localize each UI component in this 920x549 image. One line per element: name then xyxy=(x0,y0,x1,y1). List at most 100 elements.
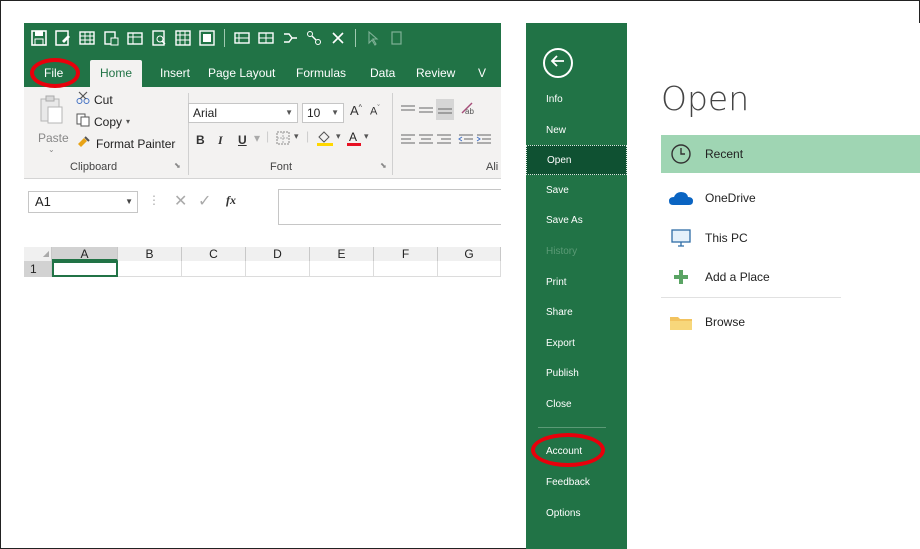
column-header[interactable]: G xyxy=(438,247,501,261)
tab-home[interactable]: Home xyxy=(90,60,143,87)
location-onedrive[interactable]: OneDrive xyxy=(661,179,920,217)
grid-icon[interactable] xyxy=(174,29,192,47)
column-header[interactable]: E xyxy=(310,247,374,261)
font-name-select[interactable]: Arial ▼ xyxy=(188,103,298,123)
worksheet-grid[interactable]: ◢ A B C D E F G 1 xyxy=(24,247,501,277)
tab-page-layout[interactable]: Page Layout xyxy=(200,60,283,87)
cell[interactable] xyxy=(438,261,501,277)
font-color-dropdown-icon[interactable]: ▾ xyxy=(364,131,369,142)
align-left-icon[interactable] xyxy=(400,133,416,148)
toolbar-divider: | xyxy=(306,129,310,143)
cancel-icon[interactable]: ✕ xyxy=(174,191,187,211)
nav-item-new[interactable]: New xyxy=(526,116,627,146)
underline-button[interactable]: U xyxy=(238,133,247,147)
merge-icon[interactable] xyxy=(281,29,299,47)
column-header[interactable]: D xyxy=(246,247,310,261)
font-size-select[interactable]: 10 ▼ xyxy=(302,103,344,123)
table-icon[interactable] xyxy=(78,29,96,47)
delete-rows-icon[interactable] xyxy=(257,29,275,47)
align-top-icon[interactable] xyxy=(400,103,416,120)
cut-button[interactable]: Cut xyxy=(76,91,113,108)
save-icon[interactable] xyxy=(30,29,48,47)
chevron-down-icon[interactable]: ▼ xyxy=(125,192,133,212)
grow-font-icon[interactable]: A^ xyxy=(350,103,362,118)
toolbar-divider xyxy=(224,29,225,47)
column-header[interactable]: A xyxy=(52,247,118,261)
nav-item-export[interactable]: Export xyxy=(526,329,627,359)
select-all-corner[interactable]: ◢ xyxy=(24,247,52,261)
print-preview-icon[interactable] xyxy=(150,29,168,47)
location-add-place[interactable]: Add a Place xyxy=(661,258,920,296)
fill-color-icon[interactable] xyxy=(316,129,334,150)
name-box[interactable]: A1 ▼ xyxy=(28,191,138,213)
sheet-icon[interactable] xyxy=(126,29,144,47)
paste-special-icon[interactable] xyxy=(102,29,120,47)
orientation-icon[interactable]: ab xyxy=(460,101,476,118)
align-right-icon[interactable] xyxy=(436,133,452,148)
tab-view[interactable]: V xyxy=(470,60,494,87)
cell[interactable] xyxy=(182,261,246,277)
align-middle-icon[interactable] xyxy=(418,103,434,120)
borders-dropdown-icon[interactable]: ▾ xyxy=(294,131,299,142)
save-as-icon[interactable] xyxy=(54,29,72,47)
row-header[interactable]: 1 xyxy=(24,261,52,277)
tab-review[interactable]: Review xyxy=(408,60,463,87)
paste-format-icon[interactable] xyxy=(388,29,406,47)
font-launcher-icon[interactable]: ⬊ xyxy=(380,161,387,170)
column-header[interactable]: F xyxy=(374,247,438,261)
enter-icon[interactable]: ✓ xyxy=(198,191,211,211)
tab-data[interactable]: Data xyxy=(362,60,403,87)
copy-button[interactable]: Copy ▾ xyxy=(76,113,130,130)
nav-item-print[interactable]: Print xyxy=(526,268,627,298)
nav-item-feedback[interactable]: Feedback xyxy=(526,468,627,498)
align-bottom-icon[interactable] xyxy=(436,99,454,120)
paste-icon[interactable] xyxy=(38,95,64,125)
fill-color-dropdown-icon[interactable]: ▾ xyxy=(336,131,341,142)
nav-item-share[interactable]: Share xyxy=(526,298,627,328)
insert-rows-icon[interactable] xyxy=(233,29,251,47)
clear-format-icon[interactable] xyxy=(329,29,347,47)
increase-indent-icon[interactable] xyxy=(476,133,492,148)
connector-icon[interactable] xyxy=(305,29,323,47)
format-table-icon[interactable] xyxy=(198,29,216,47)
column-header[interactable]: C xyxy=(182,247,246,261)
underline-dropdown-icon[interactable]: ▾ xyxy=(254,131,260,145)
select-objects-icon[interactable] xyxy=(364,29,382,47)
column-header[interactable]: B xyxy=(118,247,182,261)
tab-formulas[interactable]: Formulas xyxy=(288,60,354,87)
nav-item-options[interactable]: Options xyxy=(526,499,627,529)
decrease-indent-icon[interactable] xyxy=(458,133,474,148)
italic-button[interactable]: I xyxy=(218,133,223,148)
insert-function-icon[interactable]: fx xyxy=(226,193,236,208)
cell[interactable] xyxy=(246,261,310,277)
font-color-icon[interactable]: A xyxy=(346,129,362,150)
nav-item-save[interactable]: Save xyxy=(526,176,627,206)
nav-item-open[interactable]: Open xyxy=(526,145,627,175)
nav-item-save-as[interactable]: Save As xyxy=(526,206,627,236)
formula-input[interactable] xyxy=(278,189,501,225)
location-label: Recent xyxy=(705,147,744,161)
back-button[interactable] xyxy=(543,48,573,78)
borders-icon[interactable] xyxy=(276,131,292,148)
location-browse[interactable]: Browse xyxy=(661,303,920,341)
backstage-nav: Info New Open Save Save As History Print… xyxy=(526,23,627,549)
shrink-font-icon[interactable]: Aˇ xyxy=(370,105,380,118)
nav-item-close[interactable]: Close xyxy=(526,390,627,420)
copy-dropdown-icon[interactable]: ▾ xyxy=(126,117,130,126)
cell[interactable] xyxy=(374,261,438,277)
paste-button[interactable]: Paste xyxy=(38,131,69,145)
nav-item-publish[interactable]: Publish xyxy=(526,359,627,389)
active-cell[interactable] xyxy=(52,261,118,277)
clipboard-launcher-icon[interactable]: ⬊ xyxy=(174,161,181,170)
cell[interactable] xyxy=(118,261,182,277)
location-recent[interactable]: Recent xyxy=(661,135,920,173)
bold-button[interactable]: B xyxy=(196,133,205,147)
cell[interactable] xyxy=(310,261,374,277)
location-this-pc[interactable]: This PC xyxy=(661,219,920,257)
tab-insert[interactable]: Insert xyxy=(152,60,198,87)
format-painter-button[interactable]: Format Painter xyxy=(76,135,175,152)
paste-dropdown-icon[interactable]: ⌄ xyxy=(48,145,55,154)
align-center-icon[interactable] xyxy=(418,133,434,148)
nav-item-info[interactable]: Info xyxy=(526,85,627,115)
font-group-label: Font xyxy=(270,161,293,173)
